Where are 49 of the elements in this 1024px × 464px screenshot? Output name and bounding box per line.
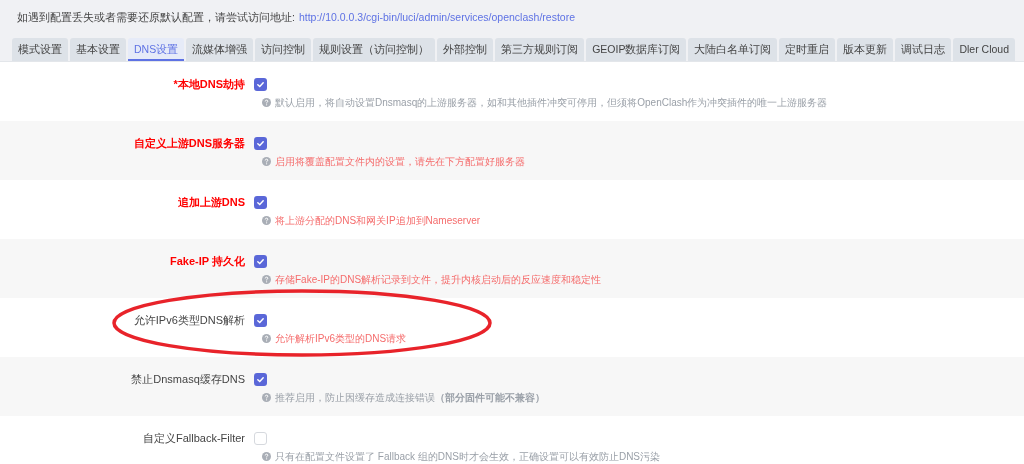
check-icon — [256, 316, 265, 325]
tab[interactable]: 大陆白名单订阅 — [688, 38, 778, 61]
checkbox[interactable] — [254, 432, 267, 445]
checkbox[interactable] — [254, 137, 267, 150]
tab[interactable]: 规则设置（访问控制） — [313, 38, 436, 61]
check-icon — [256, 257, 265, 266]
checkbox[interactable] — [254, 314, 267, 327]
option-label: 禁止Dnsmasq缓存DNS — [130, 372, 246, 387]
checkbox[interactable] — [254, 373, 267, 386]
hint-text: 只有在配置文件设置了 Fallback 组的DNS时才会生效，正确设置可以有效防止DNS污染 — [275, 449, 661, 464]
help-icon — [262, 274, 271, 284]
hint-text: 存储Fake-IP的DNS解析记录到文件，提升内核启动后的反应速度和稳定性 — [275, 272, 602, 287]
check-icon — [256, 80, 265, 89]
help-icon — [262, 97, 271, 107]
notice-text: 如遇到配置丢失或者需要还原默认配置，请尝试访问地址: — [17, 10, 295, 26]
option-label: 允许IPv6类型DNS解析 — [132, 313, 246, 328]
checkbox[interactable] — [254, 78, 267, 91]
tab[interactable]: 访问控制 — [255, 38, 312, 61]
help-icon — [262, 392, 271, 402]
tab[interactable]: 调试日志 — [895, 38, 952, 61]
option-label: 追加上游DNS — [176, 195, 246, 210]
check-icon — [256, 139, 265, 148]
tab[interactable]: 第三方规则订阅 — [495, 38, 585, 61]
checkbox[interactable] — [254, 196, 267, 209]
option-label: *本地DNS劫持 — [172, 77, 246, 92]
hint-text: 将上游分配的DNS和网关IP追加到Nameserver — [275, 213, 481, 228]
help-icon — [262, 215, 271, 225]
tab[interactable]: 流媒体增强 — [186, 38, 254, 61]
tab[interactable]: 基本设置 — [70, 38, 126, 61]
tab[interactable]: GEOIP数据库订阅 — [586, 38, 687, 61]
checkbox[interactable] — [254, 255, 267, 268]
option-label: Fake-IP 持久化 — [169, 254, 246, 269]
tab[interactable]: 外部控制 — [437, 38, 494, 61]
hint-text: 允许解析IPv6类型的DNS请求 — [275, 331, 407, 346]
restore-link[interactable]: http://10.0.0.3/cgi-bin/luci/admin/services/openclash/restore — [298, 10, 575, 26]
option-label: 自定义Fallback-Filter — [141, 431, 246, 446]
check-icon — [256, 375, 265, 384]
help-icon — [262, 156, 271, 166]
option-label: 自定义上游DNS服务器 — [132, 136, 246, 151]
tab[interactable]: Dler Cloud — [953, 38, 1016, 61]
tab[interactable]: DNS设置 — [128, 38, 185, 61]
hint-text: 推荐启用，防止因缓存造成连接错误（部分固件可能不兼容） — [275, 390, 545, 405]
tab[interactable]: 版本更新 — [837, 38, 894, 61]
tab[interactable]: 模式设置 — [12, 38, 68, 61]
check-icon — [256, 198, 265, 207]
help-icon — [262, 451, 271, 461]
hint-text: 启用将覆盖配置文件内的设置，请先在下方配置好服务器 — [275, 154, 525, 169]
help-icon — [262, 333, 271, 343]
tab[interactable]: 定时重启 — [779, 38, 836, 61]
